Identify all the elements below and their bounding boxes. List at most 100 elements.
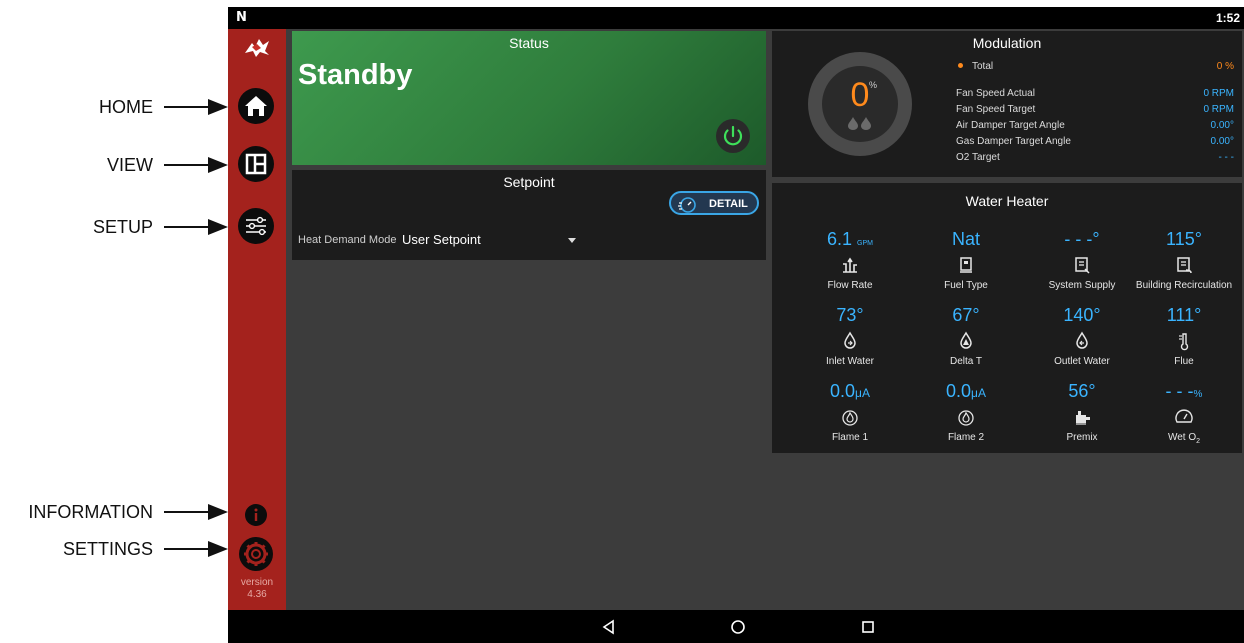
metric-value: 0.0μA	[908, 381, 1024, 402]
delta-drop-icon	[960, 331, 972, 349]
metric-flame-1: 0.0μA Flame 1	[792, 381, 908, 455]
modulation-gauge: 0 %	[808, 52, 912, 156]
modulation-row-value: 0 RPM	[1203, 88, 1234, 99]
metric-label: Outlet Water	[1054, 356, 1110, 367]
heat-demand-mode-label: Heat Demand Mode	[298, 234, 397, 246]
dropdown-arrow-icon[interactable]	[568, 238, 576, 243]
metric-value: - - -%	[1126, 381, 1242, 402]
callout-setup-label: SETUP	[92, 217, 153, 237]
modulation-row: Gas Damper Target Angle 0.00°	[956, 136, 1238, 150]
view-button[interactable]	[238, 146, 274, 182]
metric-label: Delta T	[949, 356, 983, 367]
modulation-row: Fan Speed Target 0 RPM	[956, 104, 1238, 118]
modulation-row-total: Total 0 %	[956, 61, 1238, 75]
metric-value: 67°	[908, 305, 1024, 326]
premix-icon	[1076, 411, 1090, 425]
water-heater-title: Water Heater	[965, 193, 1049, 209]
home-button[interactable]	[238, 88, 274, 124]
modulation-row-value: 0.00°	[1210, 120, 1234, 131]
information-button[interactable]	[245, 504, 267, 526]
metric-number: 0.0	[830, 381, 856, 401]
callout-arrow	[164, 548, 208, 550]
metric-label-text: Wet O	[1167, 432, 1197, 443]
callout-arrow	[164, 106, 208, 108]
home-circle-icon[interactable]	[727, 616, 749, 638]
detail-button[interactable]: DETAIL	[669, 191, 759, 215]
callout-arrowhead	[208, 157, 228, 173]
callout-arrowhead	[208, 541, 228, 557]
callout-view-label: VIEW	[106, 155, 153, 175]
metric-number: 73°	[836, 305, 864, 325]
flow-icon	[843, 257, 857, 273]
metric-flow-rate: 6.1 GPM Flow Rate	[792, 229, 908, 303]
modulation-panel: Modulation 0 % Total 0 % Fan Speed Actua…	[772, 31, 1242, 177]
callout-setup: SETUP	[0, 215, 228, 239]
metric-label: Fuel Type	[944, 280, 988, 291]
detail-button-label: DETAIL	[709, 198, 748, 210]
metric-value: 115°	[1126, 229, 1242, 250]
callout-arrowhead	[208, 219, 228, 235]
modulation-row-label: Fan Speed Target	[956, 104, 1036, 115]
metric-flue: 111° Flue	[1126, 305, 1242, 379]
metric-number: 56°	[1068, 381, 1096, 401]
settings-button[interactable]	[239, 537, 273, 571]
metric-number: 67°	[952, 305, 980, 325]
view-layout-icon	[245, 153, 267, 175]
stopwatch-icon	[678, 197, 696, 213]
setpoint-title: Setpoint	[503, 174, 555, 190]
metric-unit: GPM	[857, 240, 873, 247]
setup-button[interactable]	[238, 208, 274, 244]
metric-value: 111°	[1126, 305, 1242, 326]
callout-arrow	[164, 511, 208, 513]
metric-label: Flue	[1174, 356, 1194, 367]
status-value: Standby	[298, 59, 413, 91]
info-icon	[254, 508, 258, 521]
back-icon[interactable]	[598, 616, 620, 638]
metric-number: 115°	[1166, 229, 1202, 249]
callout-home-label: HOME	[99, 97, 153, 117]
metric-label: Flame 2	[947, 432, 985, 443]
callout-settings: SETTINGS	[0, 537, 228, 561]
metric-value: 56°	[1024, 381, 1140, 402]
device-screen: N 1:52 version 4.36 Status Standby Setpo…	[228, 7, 1244, 643]
power-button[interactable]	[716, 119, 750, 153]
callout-arrow	[164, 164, 208, 166]
metric-building-recirculation: 115° Building Recirculation	[1126, 229, 1242, 303]
callout-information-label: INFORMATION	[28, 502, 153, 522]
metric-value: - - -°	[1024, 229, 1140, 250]
gauge-dial-icon	[1175, 409, 1193, 423]
metric-value: 0.0μA	[792, 381, 908, 402]
metric-number: - - -	[1165, 381, 1194, 401]
modulation-row-label: Fan Speed Actual	[956, 88, 1035, 99]
modulation-row-value: 0 %	[1216, 61, 1234, 72]
flame-icon	[842, 410, 858, 426]
metric-fuel-type: Nat Fuel Type	[908, 229, 1024, 303]
metric-number: 111°	[1166, 305, 1202, 325]
callout-arrow	[164, 226, 208, 228]
callout-arrowhead	[208, 504, 228, 520]
total-dot-icon	[958, 63, 963, 69]
flame-drops-icon	[848, 117, 871, 130]
metric-inlet-water: 73° Inlet Water	[792, 305, 908, 379]
callout-home: HOME	[0, 95, 228, 119]
modulation-row: Fan Speed Actual 0 RPM	[956, 88, 1238, 102]
modulation-row-value: 0 RPM	[1203, 104, 1234, 115]
heat-demand-mode-select[interactable]: User Setpoint	[402, 232, 481, 247]
metric-premix: 56° Premix	[1024, 381, 1140, 455]
modulation-row-label: Gas Damper Target Angle	[956, 136, 1071, 147]
clock: 1:52	[1215, 11, 1240, 25]
flue-thermometer-icon	[1179, 333, 1189, 351]
recents-square-icon[interactable]	[857, 616, 879, 638]
gauge-center: 0 %	[822, 66, 898, 142]
callout-information: INFORMATION	[0, 500, 228, 524]
metric-value: 73°	[792, 305, 908, 326]
metric-system-supply: - - -° System Supply	[1024, 229, 1140, 303]
version-number: 4.36	[247, 589, 267, 600]
metric-delta-t: 67° Delta T	[908, 305, 1024, 379]
power-icon	[723, 125, 743, 146]
metric-number: 6.1	[827, 229, 853, 249]
modulation-row-label: Air Damper Target Angle	[956, 120, 1065, 131]
android-nav-bar	[228, 610, 1244, 643]
metric-number: - - -°	[1064, 229, 1100, 249]
metric-outlet-water: 140° Outlet Water	[1024, 305, 1140, 379]
